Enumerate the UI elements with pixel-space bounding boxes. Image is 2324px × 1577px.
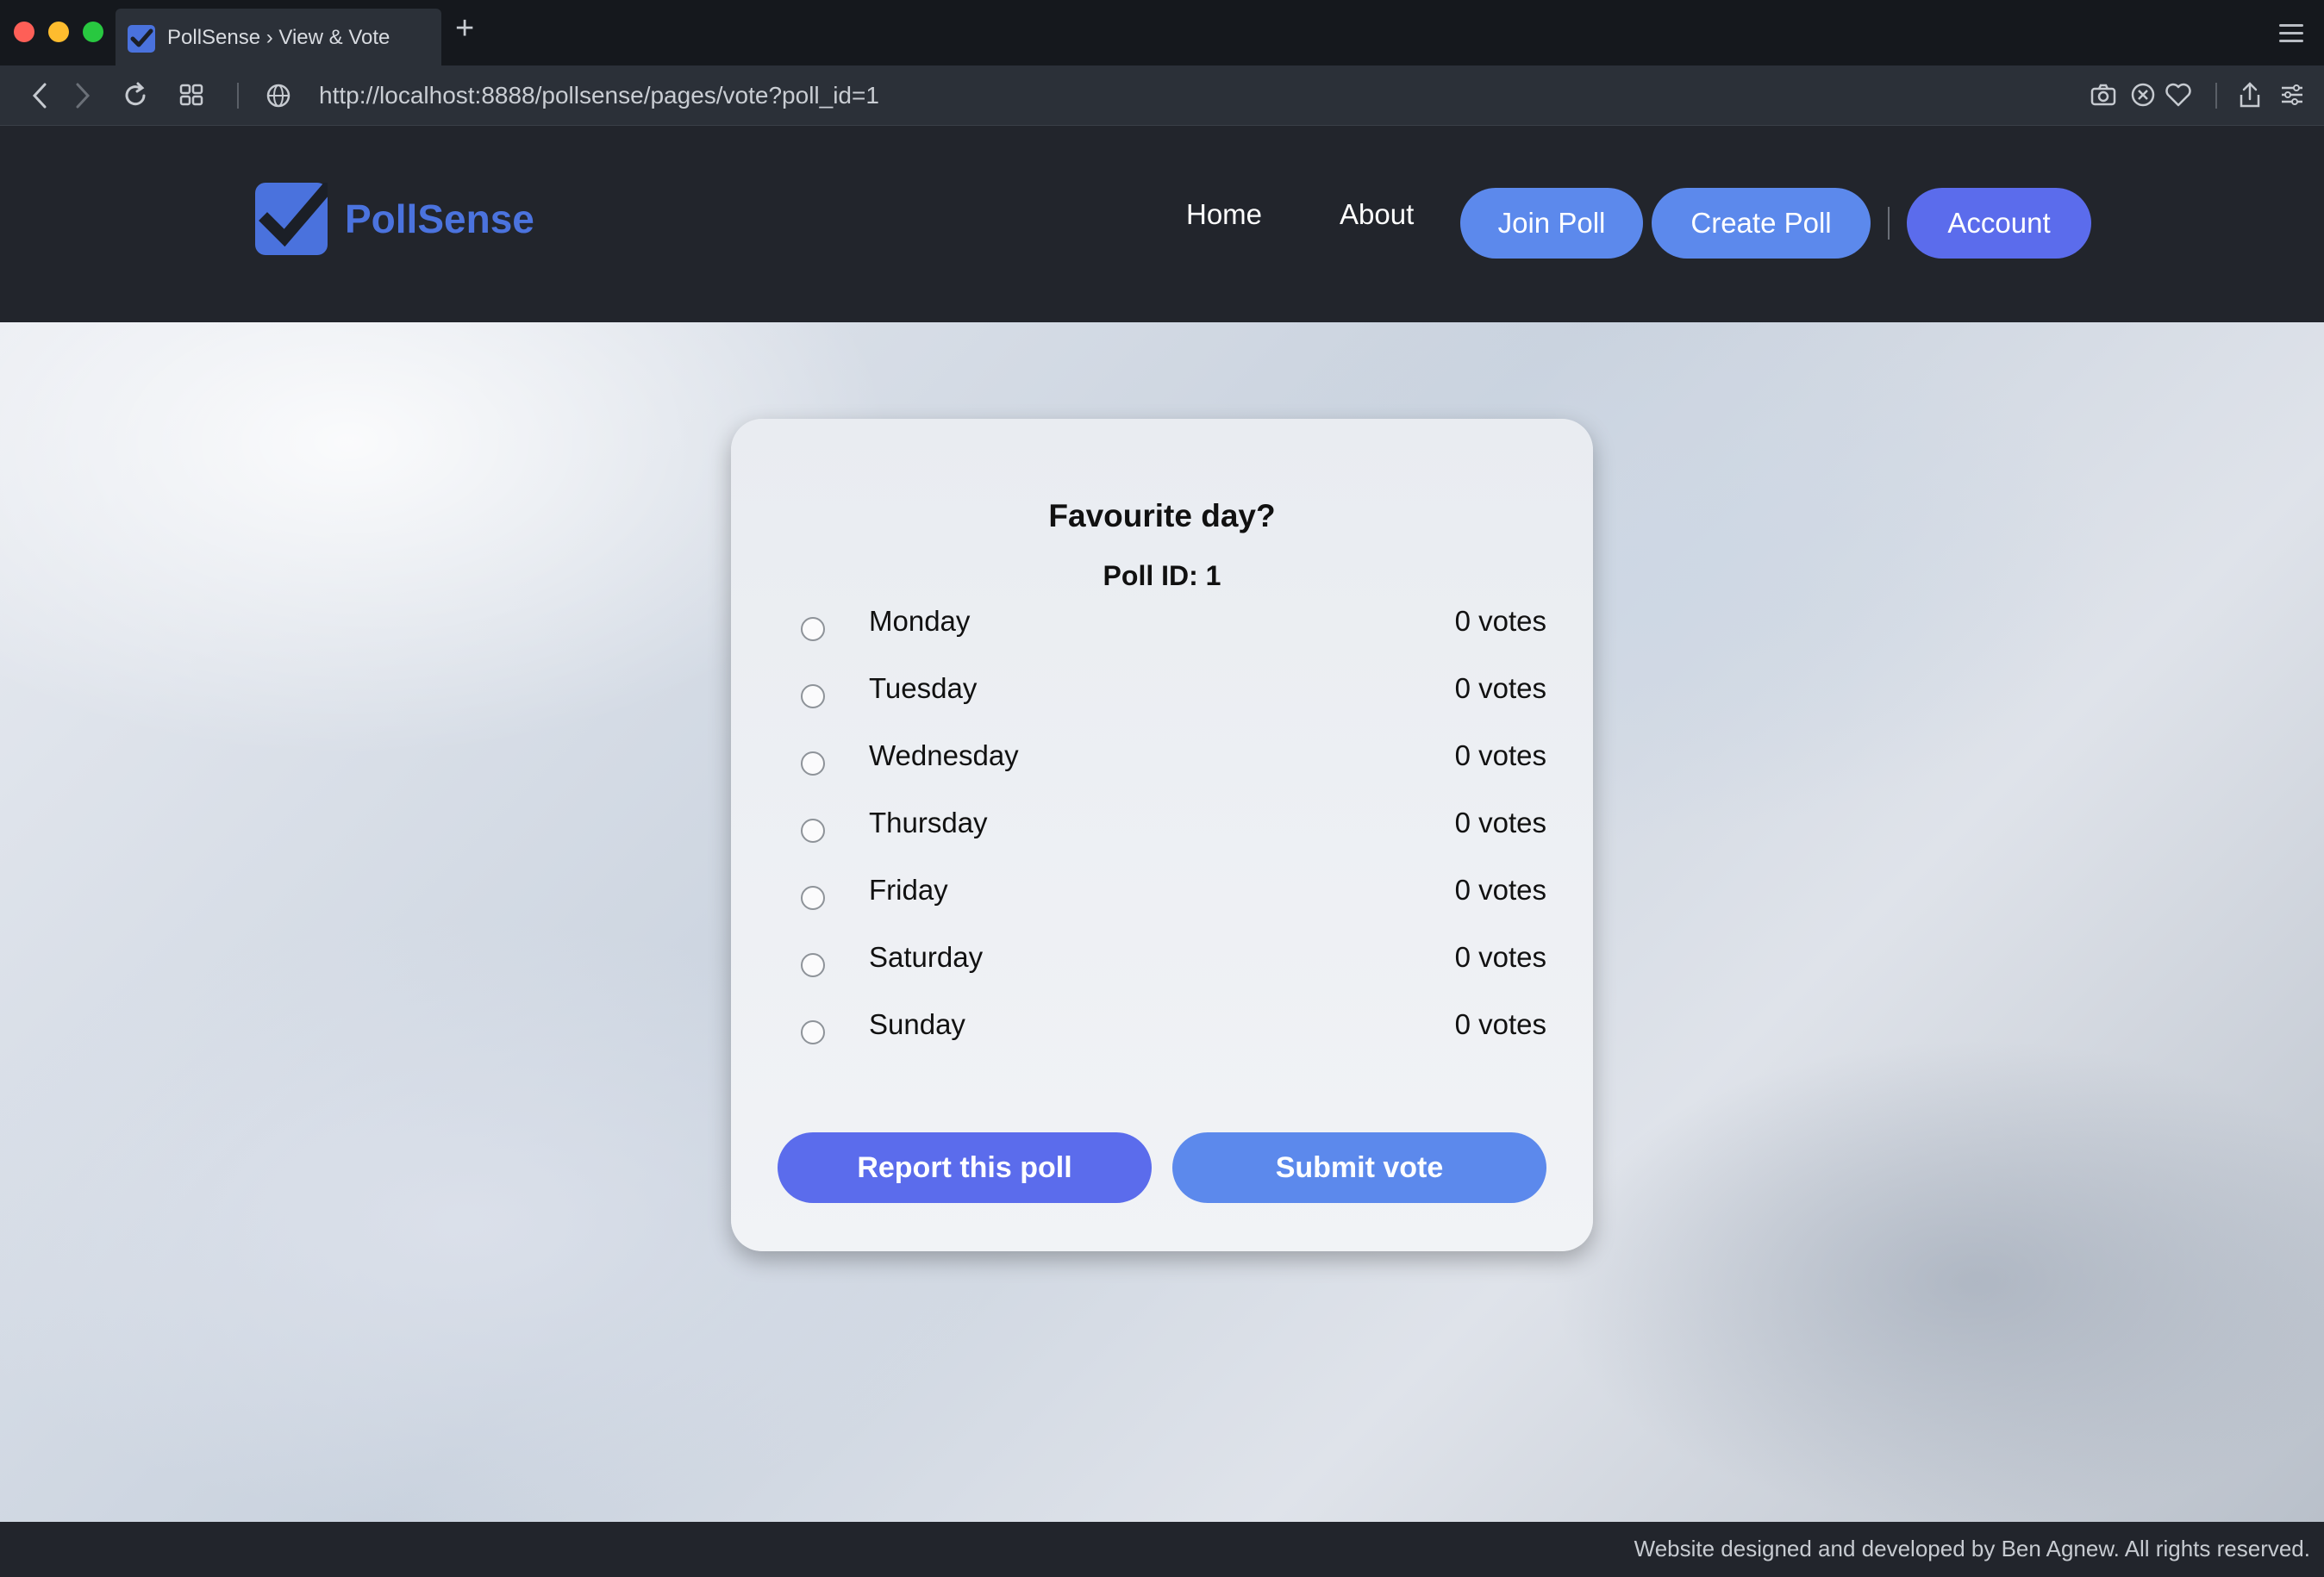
block-icon[interactable] (2129, 81, 2157, 113)
forward-icon[interactable] (72, 81, 93, 115)
submit-vote-button[interactable]: Submit vote (1172, 1132, 1546, 1203)
radio-button[interactable] (801, 886, 825, 910)
footer-credit: Website designed and developed by Ben Ag… (1634, 1536, 2310, 1561)
site-footer: Website designed and developed by Ben Ag… (0, 1522, 2324, 1577)
option-label: Saturday (869, 941, 984, 973)
tab-list-menu-icon[interactable] (2279, 24, 2303, 45)
window-minimize-button[interactable] (48, 22, 69, 42)
option-vote-count: 0 votes (1454, 807, 1546, 838)
option-vote-count: 0 votes (1454, 1008, 1546, 1040)
poll-option-sunday[interactable]: Sunday 0 votes (731, 1008, 1593, 1060)
back-icon[interactable] (29, 81, 50, 115)
option-label: Sunday (869, 1008, 965, 1040)
window-maximize-button[interactable] (83, 22, 103, 42)
pollsense-favicon-icon (128, 25, 155, 53)
poll-option-friday[interactable]: Friday 0 votes (731, 874, 1593, 926)
heart-icon[interactable] (2164, 81, 2193, 113)
globe-icon (264, 81, 293, 115)
option-label: Monday (869, 605, 971, 637)
poll-option-thursday[interactable]: Thursday 0 votes (731, 807, 1593, 858)
reload-icon[interactable] (121, 81, 150, 115)
tab-grid-icon[interactable] (178, 81, 205, 113)
tab-title: PollSense › View & Vote (167, 26, 390, 49)
new-tab-plus-icon[interactable]: + (455, 12, 474, 45)
radio-button[interactable] (801, 684, 825, 708)
nav-divider (1888, 207, 1890, 240)
share-icon[interactable] (2236, 81, 2264, 115)
browser-tab[interactable]: PollSense › View & Vote (116, 9, 441, 65)
option-vote-count: 0 votes (1454, 672, 1546, 704)
option-label: Wednesday (869, 739, 1019, 771)
poll-option-saturday[interactable]: Saturday 0 votes (731, 941, 1593, 993)
radio-button[interactable] (801, 953, 825, 977)
nav-about-link[interactable]: About (1340, 198, 1414, 231)
address-bar[interactable]: http://localhost:8888/pollsense/pages/vo… (319, 82, 879, 109)
site-header: PollSense Home About Join Poll Create Po… (0, 126, 2324, 322)
poll-option-wednesday[interactable]: Wednesday 0 votes (731, 739, 1593, 791)
content-background: Favourite day? Poll ID: 1 Monday 0 votes… (0, 322, 2324, 1522)
poll-card: Favourite day? Poll ID: 1 Monday 0 votes… (731, 419, 1593, 1251)
poll-option-tuesday[interactable]: Tuesday 0 votes (731, 672, 1593, 724)
browser-titlebar: PollSense › View & Vote + (0, 0, 2324, 65)
account-button[interactable]: Account (1907, 188, 2091, 259)
radio-button[interactable] (801, 617, 825, 641)
settings-sliders-icon[interactable] (2279, 81, 2305, 113)
logo-text: PollSense (345, 196, 534, 241)
option-vote-count: 0 votes (1454, 605, 1546, 637)
toolbar-divider (237, 83, 239, 109)
join-poll-button[interactable]: Join Poll (1460, 188, 1643, 259)
radio-button[interactable] (801, 751, 825, 776)
nav-home-link[interactable]: Home (1186, 198, 1262, 231)
site-logo[interactable]: PollSense (255, 181, 534, 255)
checkbox-logo-icon (255, 181, 334, 255)
poll-id: Poll ID: 1 (1103, 560, 1221, 591)
option-vote-count: 0 votes (1454, 874, 1546, 906)
radio-button[interactable] (801, 819, 825, 843)
option-label: Thursday (869, 807, 988, 838)
radio-button[interactable] (801, 1020, 825, 1044)
browser-toolbar: http://localhost:8888/pollsense/pages/vo… (0, 65, 2324, 126)
toolbar-divider (2215, 83, 2217, 109)
poll-title: Favourite day? (1048, 498, 1276, 533)
option-vote-count: 0 votes (1454, 739, 1546, 771)
option-vote-count: 0 votes (1454, 941, 1546, 973)
option-label: Friday (869, 874, 948, 906)
option-label: Tuesday (869, 672, 978, 704)
screenshot-camera-icon[interactable] (2090, 81, 2117, 113)
window-close-button[interactable] (14, 22, 34, 42)
poll-option-monday[interactable]: Monday 0 votes (731, 605, 1593, 657)
create-poll-button[interactable]: Create Poll (1652, 188, 1871, 259)
report-poll-button[interactable]: Report this poll (778, 1132, 1152, 1203)
